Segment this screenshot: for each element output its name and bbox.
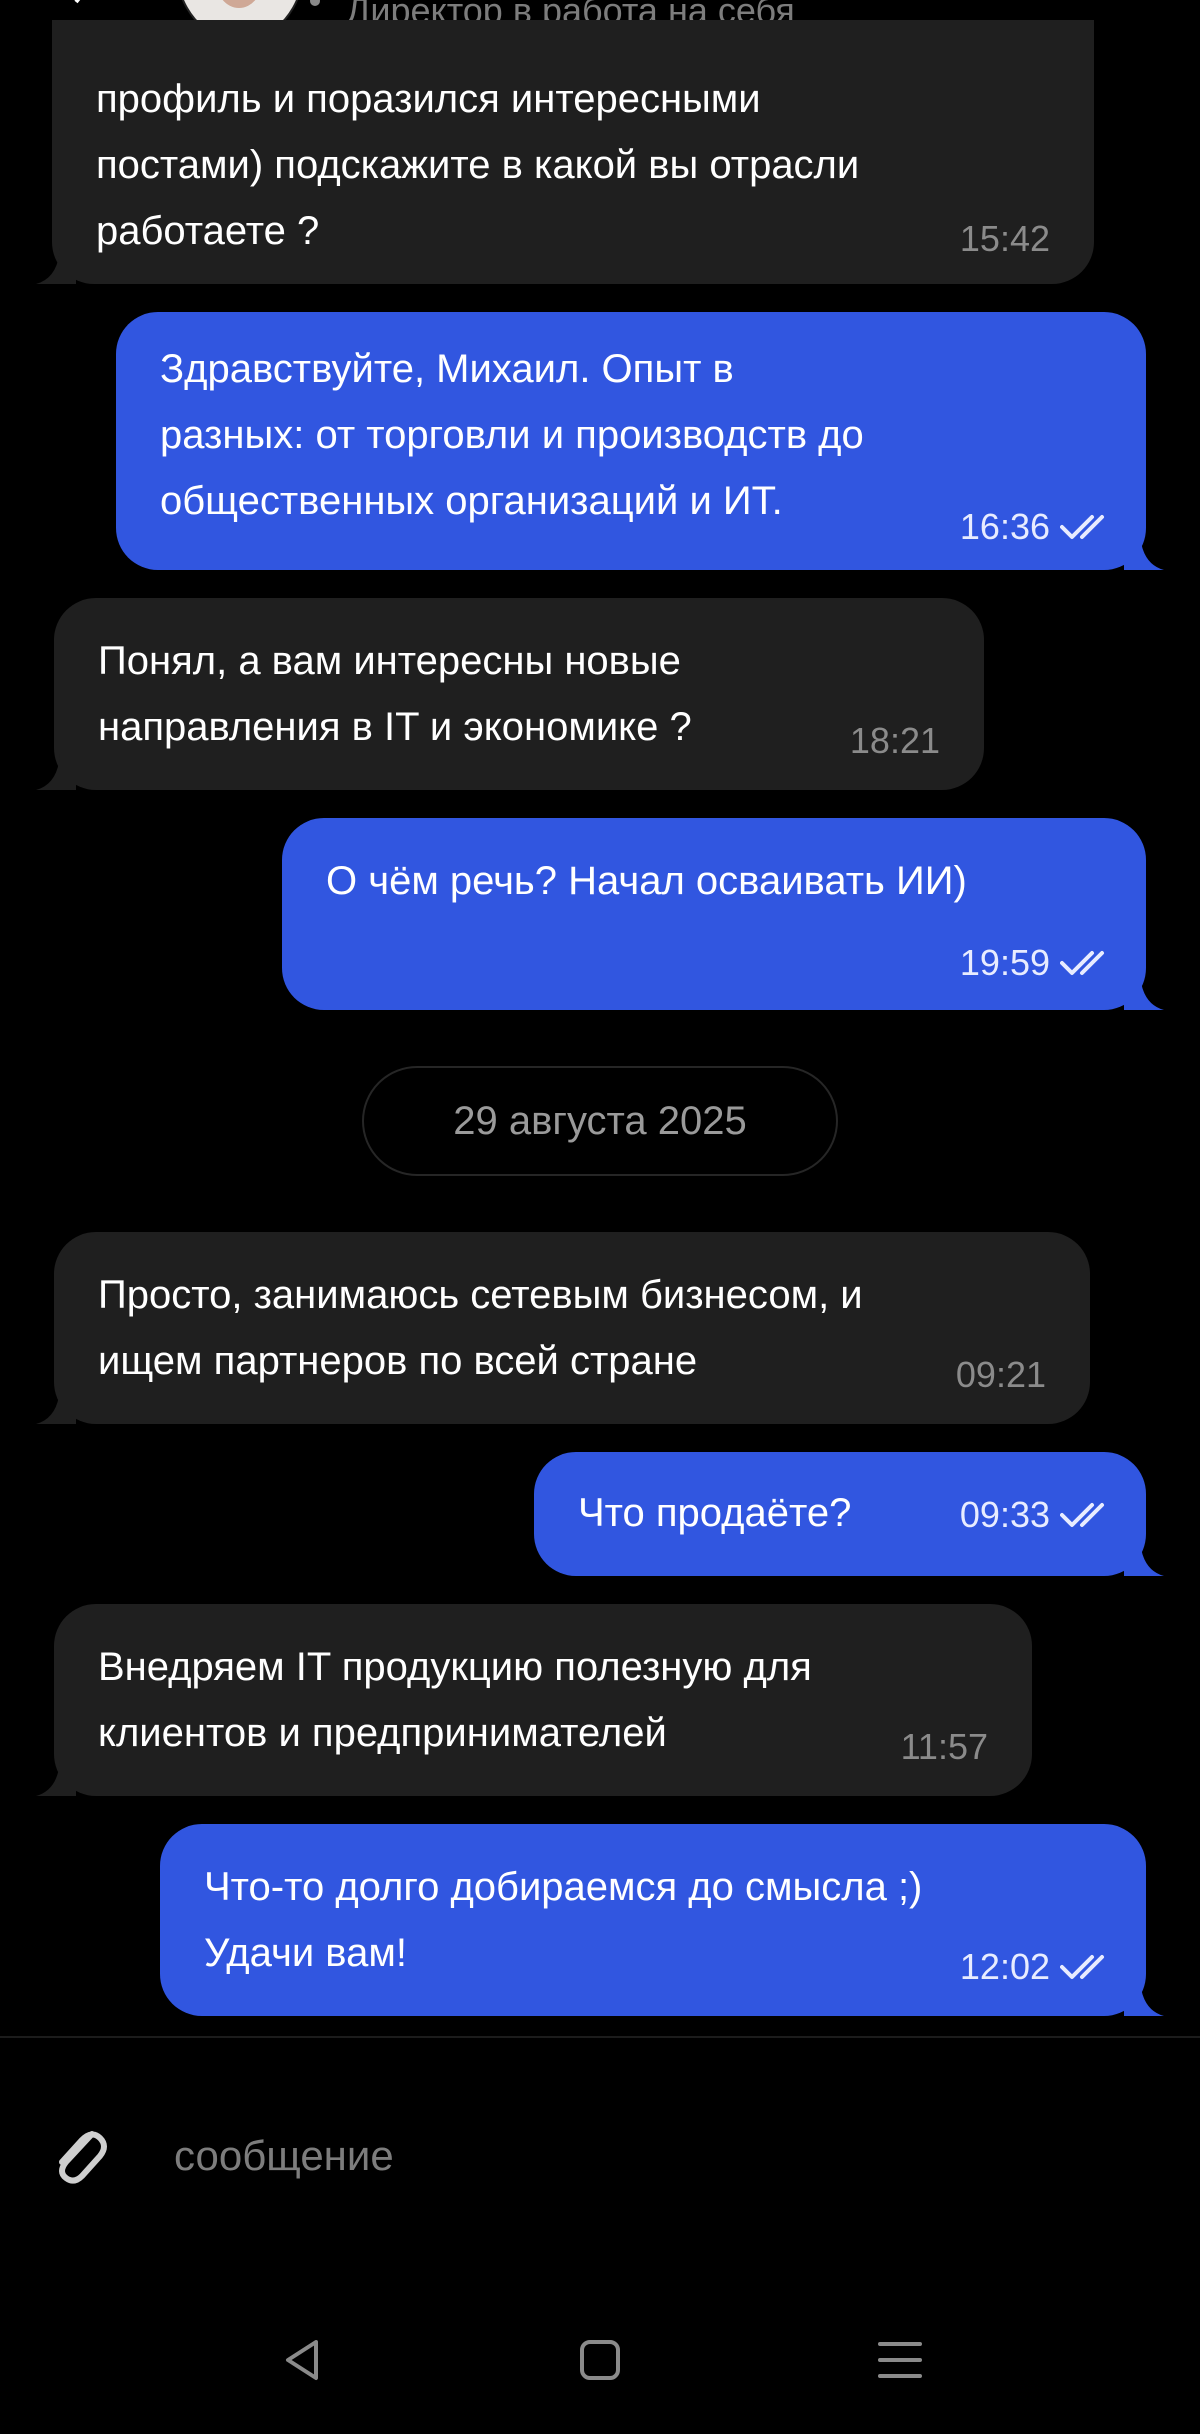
message-text-line: Понял, а вам интересны новые xyxy=(98,639,681,683)
message-text-line: работаете ? xyxy=(96,209,320,253)
bubble-tail-icon xyxy=(36,1388,76,1424)
message-incoming[interactable]: профиль и поразился интересными постами)… xyxy=(52,20,1094,284)
triangle-back-icon[interactable] xyxy=(272,2330,332,2390)
avatar-face-icon xyxy=(215,0,263,8)
message-text-line: Внедряем IT продукцию полезную для xyxy=(98,1645,812,1689)
message-text-line: О чём речь? Начал осваивать ИИ) xyxy=(326,859,967,903)
message-outgoing[interactable]: Здравствуйте, Михаил. Опыт в разных: от … xyxy=(116,312,1146,570)
double-check-icon xyxy=(1060,1503,1104,1527)
system-navigation-bar xyxy=(0,2300,1200,2434)
double-check-icon xyxy=(1060,951,1104,975)
message-time: 19:59 xyxy=(960,930,1114,996)
message-text-line: разных: от торговли и производств до xyxy=(160,413,864,457)
message-outgoing[interactable]: О чём речь? Начал осваивать ИИ) 19:59 xyxy=(282,818,1146,1010)
double-check-icon xyxy=(1060,1955,1104,1979)
message-text-line: постами) подскажите в какой вы отрасли xyxy=(96,143,860,187)
square-home-icon[interactable] xyxy=(570,2330,630,2390)
message-time: 09:21 xyxy=(955,1354,1046,1395)
message-text-line: Здравствуйте, Михаил. Опыт в xyxy=(160,347,734,391)
message-outgoing[interactable]: Что-то долго добираемся до смысла ;) Уда… xyxy=(160,1824,1146,2016)
message-time: 15:42 xyxy=(959,218,1050,259)
message-text-line: ищем партнеров по всей стране xyxy=(98,1339,698,1383)
bubble-tail-icon xyxy=(36,1760,76,1796)
back-arrow-icon[interactable] xyxy=(70,0,90,12)
message-incoming[interactable]: Внедряем IT продукцию полезную для клиен… xyxy=(54,1604,1032,1796)
message-time: 11:57 xyxy=(900,1726,988,1767)
message-incoming[interactable]: Понял, а вам интересны новые направления… xyxy=(54,598,984,790)
message-text-line: клиентов и предпринимателей xyxy=(98,1711,667,1755)
status-dot-icon xyxy=(310,0,320,6)
message-time: 09:33 xyxy=(960,1482,1114,1548)
message-time: 18:21 xyxy=(849,720,940,761)
message-time: 16:36 xyxy=(960,494,1114,560)
message-text-line: направления в IT и экономике ? xyxy=(98,705,692,749)
message-time: 12:02 xyxy=(960,1934,1114,2000)
message-text-line: Просто, занимаюсь сетевым бизнесом, и xyxy=(98,1273,863,1317)
three-lines-menu-icon[interactable] xyxy=(870,2330,930,2390)
message-outgoing[interactable]: Что продаёте? 09:33 xyxy=(534,1452,1146,1576)
bubble-tail-icon xyxy=(1124,1540,1164,1576)
date-separator: 29 августа 2025 xyxy=(362,1066,838,1176)
bubble-tail-icon xyxy=(36,248,76,284)
bubble-tail-icon xyxy=(1124,1980,1164,2016)
bubble-tail-icon xyxy=(36,754,76,790)
message-text-line: профиль и поразился интересными xyxy=(96,77,761,121)
message-input[interactable] xyxy=(174,2124,1074,2188)
bubble-tail-icon xyxy=(1124,974,1164,1010)
composer-divider xyxy=(0,2036,1200,2038)
message-text-line: Что-то долго добираемся до смысла ;) xyxy=(204,1865,923,1909)
message-incoming[interactable]: Просто, занимаюсь сетевым бизнесом, и ищ… xyxy=(54,1232,1090,1424)
bubble-tail-icon xyxy=(1124,534,1164,570)
paperclip-icon[interactable] xyxy=(48,2120,110,2190)
double-check-icon xyxy=(1060,515,1104,539)
